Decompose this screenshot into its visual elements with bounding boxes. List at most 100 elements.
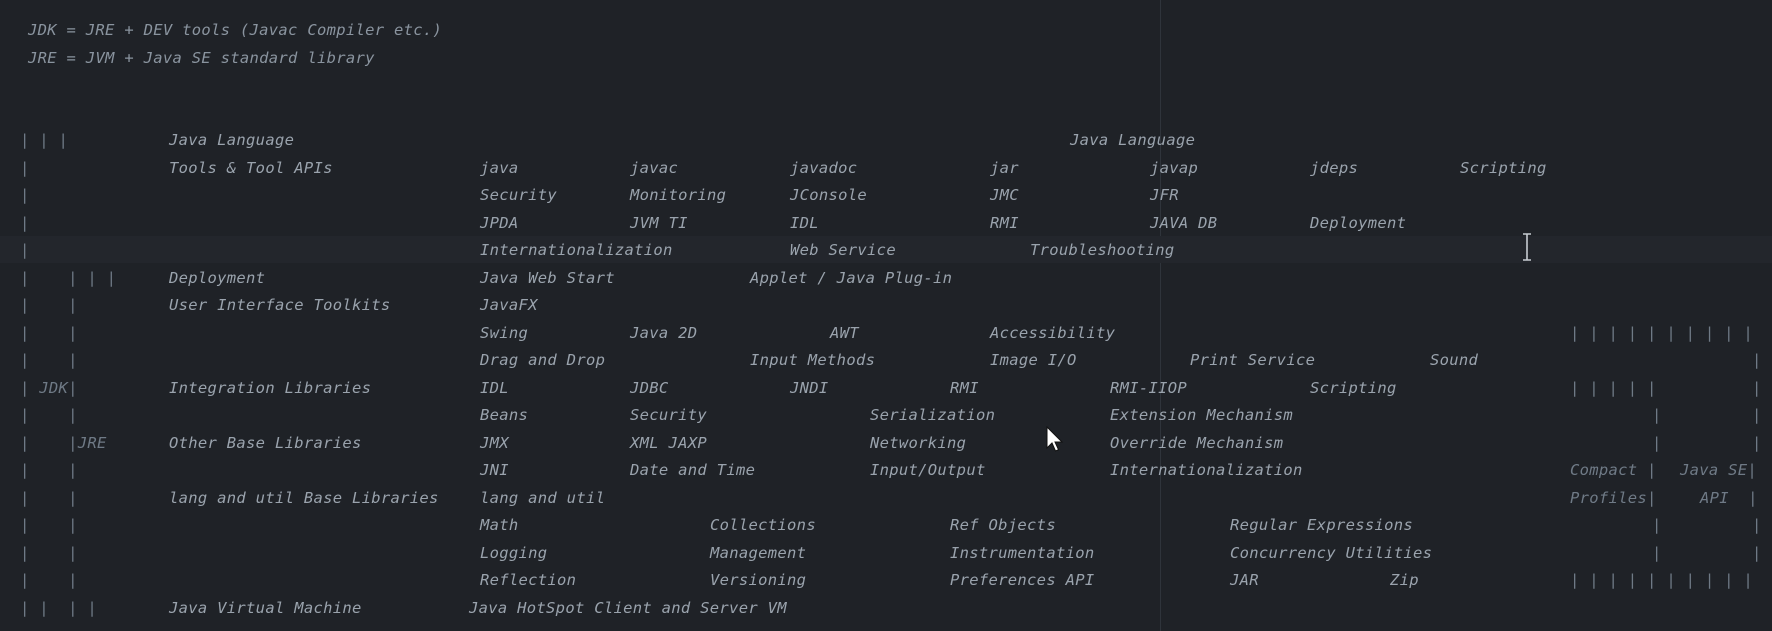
table-cell-text: Java Language <box>1070 131 1196 149</box>
table-cell-text: RMI <box>990 213 1019 232</box>
table-border-text: | | <box>20 351 78 369</box>
table-cell-text: Accessibility <box>990 323 1116 342</box>
table-cell-text: jar <box>990 158 1019 177</box>
table-border-text: Compact | <box>1570 461 1657 479</box>
table-cell-text: Date and Time <box>630 461 756 479</box>
table-border-text: | | <box>20 571 78 589</box>
code-line[interactable]: | | lang and util Base Libraries lang and … <box>0 484 1772 511</box>
code-line[interactable]: | | | | Deployment Java Web Start Applet / … <box>0 264 1772 291</box>
table-cell-text: Math <box>480 516 519 534</box>
table-cell-text: JVM TI <box>630 213 688 232</box>
table-cell-text: JAVA DB <box>1150 213 1218 232</box>
table-border-text: | | | | | | | | | | <box>1570 323 1754 342</box>
table-cell-text: Scripting <box>1460 158 1547 177</box>
table-border-text: API | <box>1700 488 1758 507</box>
code-line[interactable]: | | Math Collections Ref Objects Regular Exp… <box>0 511 1772 538</box>
table-cell-text: Serialization <box>870 406 996 424</box>
table-border-text: Java SE| <box>1680 461 1758 479</box>
table-cell-text: Input Methods <box>750 351 876 369</box>
code-line[interactable]: | | Beans Security Serialization Extension M… <box>0 401 1772 428</box>
table-border-text: | | <box>20 488 78 507</box>
table-cell-text: Java Language <box>169 131 295 149</box>
table-cell-text: Image I/O <box>990 351 1077 369</box>
comment-line[interactable]: JDK = JRE + DEV tools (Javac Compiler et… <box>0 16 1772 43</box>
table-cell-text: RMI <box>950 378 979 397</box>
table-cell-text: Override Mechanism <box>1110 433 1284 452</box>
table-border-text: | | | | <box>20 268 117 287</box>
table-border-text: | | | | <box>20 598 98 617</box>
table-cell-text: Swing <box>480 323 529 342</box>
table-cell-text: java <box>480 158 519 177</box>
table-cell-text: Internationalization <box>480 241 673 259</box>
table-cell-text: Instrumentation <box>950 543 1095 562</box>
table-cell-text: AWT <box>830 323 859 342</box>
table-cell-text: lang and util <box>480 488 606 507</box>
table-cell-text: Sound <box>1430 351 1479 369</box>
table-cell-text: Deployment <box>1310 213 1407 232</box>
table-border-text: | <box>1752 351 1762 369</box>
code-line[interactable]: | | User Interface Toolkits JavaFX <box>0 291 1772 318</box>
code-line[interactable]: | | Drag and Drop Input Methods Image I/O Pr… <box>0 346 1772 373</box>
table-cell-text: IDL <box>480 378 509 397</box>
table-cell-text: JFR <box>1150 186 1179 204</box>
code-line[interactable]: | JDK| Integration Libraries IDL JDBC JNDI RM… <box>0 374 1772 401</box>
code-line[interactable]: | | Swing Java 2D AWT Accessibility | | | | |… <box>0 319 1772 346</box>
table-cell-text: jdeps <box>1310 158 1359 177</box>
table-cell-text: JMX <box>480 433 509 452</box>
table-cell-text: RMI-IIOP <box>1110 378 1188 397</box>
table-cell-text: Security <box>630 406 708 424</box>
code-line[interactable]: | | | Java Language Java Language <box>0 126 1772 153</box>
table-cell-text: Java HotSpot Client and Server VM <box>469 598 787 617</box>
table-border-text: | <box>1652 543 1662 562</box>
mouse-pointer-icon <box>1046 426 1064 452</box>
table-border-text: | <box>1752 516 1762 534</box>
table-border-text: | <box>1752 543 1762 562</box>
table-cell-text: JDBC <box>630 378 669 397</box>
comment-line[interactable]: JRE = JVM + Java SE standard library <box>0 44 1772 71</box>
table-cell-text: Tools & Tool APIs <box>169 158 333 177</box>
code-line[interactable]: | | Reflection Versioning Preferences API JA… <box>0 566 1772 593</box>
text-cursor-icon <box>1523 233 1531 261</box>
table-border-text: | | <box>20 461 78 479</box>
code-line[interactable]: | Security Monitoring JConsole JMC JFR <box>0 181 1772 208</box>
table-cell-text: Reflection <box>480 571 577 589</box>
code-line[interactable]: | | JNI Date and Time Input/Output Internati… <box>0 456 1772 483</box>
table-border-text: | JDK| <box>20 378 78 397</box>
code-line[interactable]: | | | | Java Virtual Machine Java HotSpot … <box>0 594 1772 621</box>
table-cell-text: JPDA <box>480 213 519 232</box>
code-line[interactable]: | |JRE Other Base Libraries JMX XML JAXP Net… <box>0 429 1772 456</box>
table-border-text: | <box>1752 433 1762 452</box>
table-cell-text: javadoc <box>790 158 858 177</box>
table-cell-text: Applet / Java Plug-in <box>750 268 953 287</box>
table-border-text: | <box>20 241 30 259</box>
table-cell-text: Java 2D <box>630 323 698 342</box>
table-border-text: | | <box>20 543 78 562</box>
table-border-text: | <box>1652 406 1662 424</box>
code-line[interactable]: | JPDA JVM TI IDL RMI JAVA DB Deployment <box>0 209 1772 236</box>
table-cell-text: javac <box>630 158 679 177</box>
table-cell-text: JNI <box>480 461 509 479</box>
table-cell-text: Extension Mechanism <box>1110 406 1294 424</box>
table-cell-text: JMC <box>990 186 1019 204</box>
table-cell-text: JNDI <box>790 378 829 397</box>
table-cell-text: Management <box>710 543 807 562</box>
table-cell-text: Print Service <box>1190 351 1316 369</box>
table-border-text: | <box>1652 433 1662 452</box>
code-line[interactable]: | Tools & Tool APIs java javac javadoc jar jav… <box>0 154 1772 181</box>
table-cell-text: Logging <box>480 543 548 562</box>
table-cell-text: Monitoring <box>630 186 727 204</box>
code-editor[interactable]: JDK = JRE + DEV tools (Javac Compiler et… <box>0 0 1772 631</box>
table-cell-text: Drag and Drop <box>480 351 606 369</box>
table-border-text: Profiles| <box>1570 488 1657 507</box>
table-cell-text: User Interface Toolkits <box>169 296 391 314</box>
current-line[interactable]: | Internationalization Web Service Troubles… <box>0 236 1772 263</box>
table-cell-text: Integration Libraries <box>169 378 372 397</box>
code-line[interactable]: | | Logging Management Instrumentation Concu… <box>0 539 1772 566</box>
table-cell-text: Ref Objects <box>950 516 1056 534</box>
table-border-text: | <box>20 158 30 177</box>
table-cell-text: Deployment <box>169 268 266 287</box>
table-cell-text: Concurrency Utilities <box>1230 543 1433 562</box>
table-cell-text: Collections <box>710 516 816 534</box>
table-border-text: | | | | | <box>1570 378 1657 397</box>
table-cell-text: JAR <box>1230 571 1259 589</box>
